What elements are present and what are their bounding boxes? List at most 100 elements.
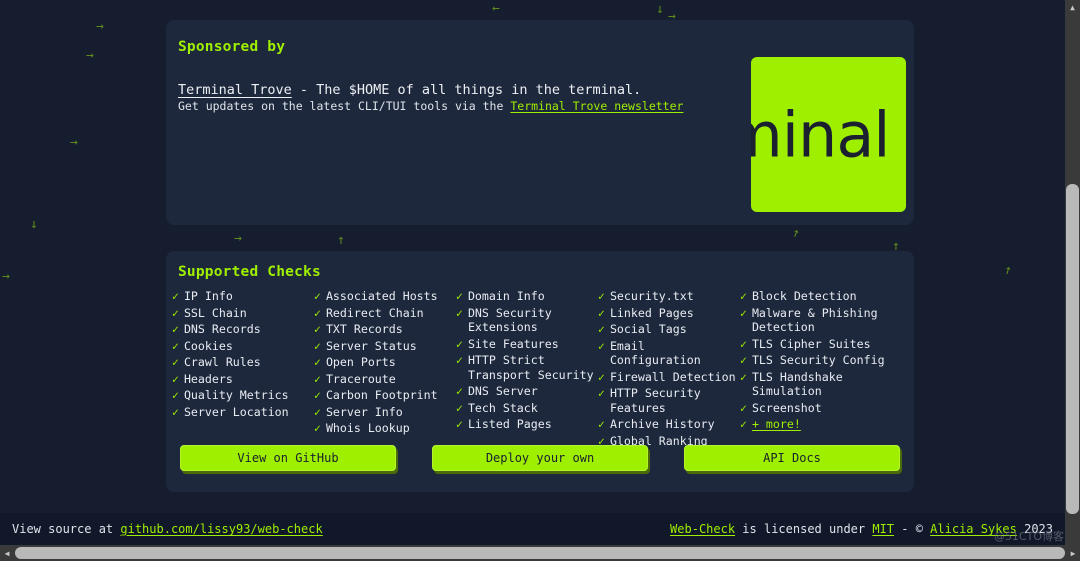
check-label: HTTP Strict Transport Security — [467, 353, 594, 382]
check-label: Associated Hosts — [325, 289, 438, 303]
check-item: ✓ Open Ports — [314, 355, 456, 370]
background-arrow-icon: → — [234, 231, 242, 246]
footer-webcheck-link[interactable]: Web-Check — [670, 522, 735, 536]
check-item: ✓ SSL Chain — [172, 306, 314, 321]
check-mark-icon: ✓ — [456, 417, 463, 431]
horizontal-scrollbar-thumb[interactable] — [15, 547, 1065, 559]
check-item: ✓ + more! — [740, 417, 890, 432]
check-item: ✓ Listed Pages — [456, 417, 598, 432]
footer-author-link[interactable]: Alicia Sykes — [930, 522, 1017, 536]
background-arrow-icon: ← — [492, 1, 500, 16]
check-item: ✓ DNS Records — [172, 322, 314, 337]
check-label: TLS Cipher Suites — [751, 336, 871, 351]
check-mark-icon: ✓ — [314, 338, 321, 353]
footer-repo-link[interactable]: github.com/lissy93/web-check — [120, 522, 322, 536]
check-column-5: ✓ Block Detection ✓ Malware & Phishing Dete… — [740, 289, 890, 450]
check-mark-icon: ✓ — [314, 421, 321, 435]
scroll-right-icon[interactable]: ▶ — [1066, 545, 1080, 561]
check-mark-icon: ✓ — [740, 369, 747, 384]
background-arrow-icon: ↓ — [30, 217, 38, 232]
check-item: ✓ Crawl Rules — [172, 355, 314, 370]
api-docs-button[interactable]: API Docs — [684, 445, 900, 471]
check-label: Server Info — [325, 404, 403, 419]
check-item: ✓ Headers — [172, 372, 314, 387]
vertical-scrollbar[interactable]: ▲ ▼ — [1065, 0, 1080, 545]
page-footer: View source at github.com/lissy93/web-ch… — [0, 513, 1065, 545]
check-item: ✓ Tech Stack — [456, 401, 598, 416]
sponsor-tagline-text: - The $HOME of all things in the termina… — [291, 82, 642, 98]
check-item: ✓ Quality Metrics — [172, 388, 314, 403]
check-label: Email Configuration — [609, 338, 701, 368]
terminal-trove-link[interactable]: Terminal Trove — [178, 82, 292, 98]
more-checks-link[interactable]: + more! — [752, 417, 801, 431]
check-label: HTTP Security Features — [609, 386, 701, 415]
sponsor-logo[interactable]: rminal — [751, 57, 906, 212]
check-label: Site Features — [467, 336, 559, 351]
check-item: ✓ Traceroute — [314, 372, 456, 387]
check-label: DNS Security Extensions — [467, 305, 552, 335]
check-item: ✓ Screenshot — [740, 401, 890, 416]
check-item: ✓ IP Info — [172, 289, 314, 304]
check-label: DNS Server — [467, 384, 538, 398]
check-label[interactable]: + more! — [752, 417, 801, 432]
check-mark-icon: ✓ — [456, 353, 463, 367]
check-mark-icon: ✓ — [314, 305, 321, 320]
sponsor-subline-prefix: Get updates on the latest CLI/TUI tools … — [178, 99, 511, 113]
check-mark-icon: ✓ — [740, 353, 747, 367]
check-mark-icon: ✓ — [740, 305, 747, 320]
check-mark-icon: ✓ — [314, 388, 321, 402]
deploy-your-own-button[interactable]: Deploy your own — [432, 445, 648, 471]
check-label: Quality Metrics — [183, 388, 289, 402]
check-label: Malware & Phishing Detection — [751, 305, 878, 335]
background-arrow-icon: → — [86, 48, 94, 63]
view-on-github-button[interactable]: View on GitHub — [180, 445, 396, 471]
check-mark-icon: ✓ — [314, 404, 321, 419]
check-item: ✓ HTTP Strict Transport Security — [456, 353, 598, 382]
background-arrow-icon: ↓ — [656, 2, 664, 17]
vertical-scrollbar-thumb[interactable] — [1066, 184, 1079, 514]
check-item: ✓ DNS Security Extensions — [456, 306, 598, 335]
app-root: → → → ↓ → ← ↓ → → ↑ ↑ ↑ ↑ Sponsored by Terminal Trov… — [0, 0, 1080, 561]
check-mark-icon: ✓ — [172, 388, 179, 402]
check-label: Block Detection — [751, 289, 857, 303]
check-item: ✓ Whois Lookup — [314, 421, 456, 436]
check-mark-icon: ✓ — [740, 289, 747, 303]
sponsor-subline: Get updates on the latest CLI/TUI tools … — [178, 99, 683, 113]
check-mark-icon: ✓ — [314, 322, 321, 336]
check-label: Security.txt — [609, 289, 694, 303]
check-item: ✓ Cookies — [172, 339, 314, 354]
scroll-left-icon[interactable]: ◀ — [0, 545, 14, 561]
check-mark-icon: ✓ — [598, 289, 605, 303]
supported-checks-title: Supported Checks — [178, 264, 321, 280]
check-label: Linked Pages — [609, 305, 694, 320]
check-mark-icon: ✓ — [314, 371, 321, 386]
check-mark-icon: ✓ — [172, 371, 179, 386]
check-mark-icon: ✓ — [172, 355, 179, 369]
check-label: Archive History — [609, 417, 715, 431]
check-mark-icon: ✓ — [456, 400, 463, 415]
check-mark-icon: ✓ — [314, 355, 321, 369]
background-arrow-icon: → — [70, 135, 78, 150]
supported-checks-grid: ✓ IP Info ✓ SSL Chain ✓ DNS Records ✓ Cookies ✓ C… — [172, 289, 908, 450]
horizontal-scrollbar[interactable]: ◀ ▶ — [0, 545, 1080, 561]
check-mark-icon: ✓ — [172, 322, 179, 336]
footer-mit-link[interactable]: MIT — [872, 522, 894, 536]
sponsor-card: Sponsored by Terminal Trove - The $HOME … — [166, 20, 914, 225]
footer-source-prefix: View source at — [12, 522, 121, 536]
check-mark-icon: ✓ — [172, 305, 179, 320]
check-label: Traceroute — [325, 371, 396, 386]
scroll-up-icon[interactable]: ▲ — [1065, 0, 1080, 15]
action-button-row: View on GitHub Deploy your own API Docs — [180, 445, 900, 471]
newsletter-link[interactable]: Terminal Trove newsletter — [510, 99, 683, 113]
check-item: ✓ Server Location — [172, 405, 314, 420]
check-label: Firewall Detection — [609, 369, 736, 384]
background-arrow-icon: ↑ — [337, 233, 345, 248]
check-item: ✓ Site Features — [456, 337, 598, 352]
check-label: DNS Records — [183, 322, 261, 336]
check-label: Carbon Footprint — [325, 388, 438, 402]
check-item: ✓ Server Info — [314, 405, 456, 420]
check-label: Cookies — [183, 338, 233, 353]
footer-year: 2023 — [1016, 522, 1053, 536]
check-label: TLS Handshake Simulation — [751, 369, 843, 399]
footer-license-text-2: - © — [894, 522, 931, 536]
